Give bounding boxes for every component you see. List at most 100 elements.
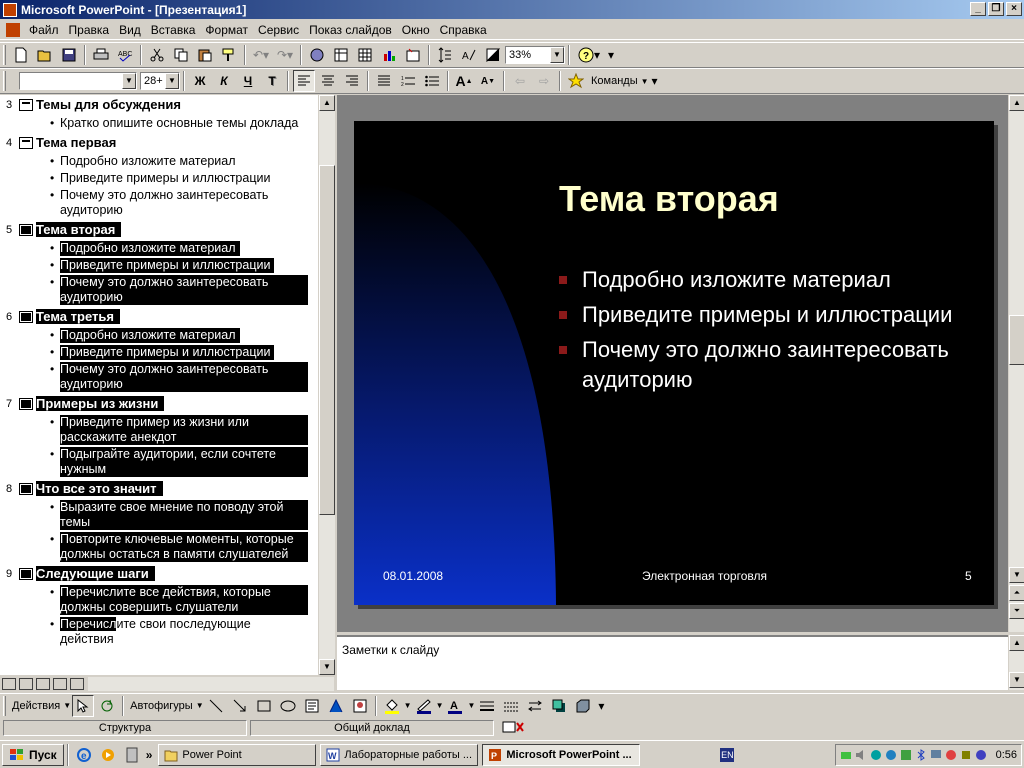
- rectangle-icon[interactable]: [253, 695, 275, 717]
- slide-sorter-icon[interactable]: [53, 678, 67, 690]
- outline-scrollbar[interactable]: ▲ ▼: [318, 95, 335, 675]
- slide-icon[interactable]: [19, 397, 33, 410]
- grayscale-icon[interactable]: [482, 44, 504, 66]
- outline-slide-title[interactable]: Примеры из жизни: [36, 396, 165, 411]
- open-icon[interactable]: [34, 44, 56, 66]
- align-center-icon[interactable]: [317, 70, 339, 92]
- scroll-down-icon[interactable]: ▼: [319, 659, 335, 675]
- select-pointer-icon[interactable]: [72, 694, 95, 717]
- menu-insert[interactable]: Вставка: [146, 23, 201, 37]
- slide-icon[interactable]: [19, 310, 33, 323]
- scroll-up-icon[interactable]: ▲: [1009, 95, 1024, 111]
- network-icon[interactable]: [840, 749, 852, 761]
- notes-pane[interactable]: Заметки к слайду: [337, 635, 1008, 690]
- cut-icon[interactable]: [146, 44, 168, 66]
- volume-icon[interactable]: [855, 749, 867, 761]
- font-size-select[interactable]: 28+ ▼: [140, 72, 180, 90]
- font-color-icon[interactable]: A: [444, 695, 466, 717]
- wordart-icon[interactable]: [325, 695, 347, 717]
- quicklaunch-more-icon[interactable]: »: [146, 748, 153, 762]
- clipart-icon[interactable]: [349, 695, 371, 717]
- zoom-select[interactable]: 33% ▼: [505, 46, 565, 64]
- desktop-quicklaunch-icon[interactable]: [121, 744, 143, 766]
- slide-icon[interactable]: [19, 223, 33, 236]
- toolbar-options-icon[interactable]: ▾: [596, 695, 606, 717]
- undo-icon[interactable]: ↶▾: [250, 44, 272, 66]
- redo-icon[interactable]: ↷▾: [274, 44, 296, 66]
- document-icon[interactable]: [6, 22, 20, 37]
- arrow-style-icon[interactable]: [524, 695, 546, 717]
- outline-bullet[interactable]: • Приведите примеры и иллюстрации: [0, 258, 318, 273]
- sync-icon[interactable]: [975, 749, 987, 761]
- textbox-icon[interactable]: [301, 695, 323, 717]
- fill-color-icon[interactable]: [381, 695, 403, 717]
- outline-bullet[interactable]: • Почему это должно заинтересовать аудито…: [0, 275, 318, 305]
- toolbar-options-icon[interactable]: ▾: [606, 44, 616, 66]
- shadow-button[interactable]: Т: [261, 70, 283, 92]
- justify-icon[interactable]: [373, 70, 395, 92]
- chevron-down-icon[interactable]: ▼: [122, 73, 136, 89]
- show-formatting-icon[interactable]: A: [458, 44, 480, 66]
- insert-chart-icon[interactable]: [378, 44, 400, 66]
- outline-slide[interactable]: 6 Тема третья • Подробно изложите материал •…: [0, 307, 318, 392]
- outline-slide-header[interactable]: 9 Следующие шаги: [0, 564, 318, 583]
- menu-file[interactable]: Файл: [24, 23, 64, 37]
- italic-button[interactable]: К: [213, 70, 235, 92]
- menu-window[interactable]: Окно: [397, 23, 435, 37]
- slide-icon[interactable]: [19, 482, 33, 495]
- format-painter-icon[interactable]: [218, 44, 240, 66]
- menu-help[interactable]: Справка: [435, 23, 492, 37]
- outline-bullet[interactable]: • Кратко опишите основные темы доклада: [0, 116, 318, 131]
- start-button[interactable]: Пуск: [2, 743, 64, 766]
- chevron-down-icon[interactable]: ▼: [641, 77, 649, 86]
- font-name-select[interactable]: ▼: [19, 72, 137, 90]
- 3d-style-icon[interactable]: [572, 695, 594, 717]
- power-icon[interactable]: [960, 749, 972, 761]
- paste-icon[interactable]: [194, 44, 216, 66]
- numbering-icon[interactable]: 12: [397, 70, 419, 92]
- outline-bullet[interactable]: • Подробно изложите материал: [0, 328, 318, 343]
- outline-slide-title[interactable]: Что все это значит: [36, 481, 163, 496]
- outline-slide-header[interactable]: 3 Темы для обсуждения: [0, 95, 318, 114]
- slide-icon[interactable]: [19, 98, 33, 111]
- chevron-down-icon[interactable]: ▼: [436, 701, 444, 710]
- update-icon[interactable]: [885, 749, 897, 761]
- slide-icon[interactable]: [19, 567, 33, 580]
- outline-bullet[interactable]: • Перечислите свои последующие действия: [0, 617, 318, 647]
- increase-font-icon[interactable]: A ▲: [453, 70, 475, 92]
- bold-button[interactable]: Ж: [189, 70, 211, 92]
- display-icon[interactable]: [945, 749, 957, 761]
- outline-bullet[interactable]: • Подробно изложите материал: [0, 154, 318, 169]
- scroll-down-icon[interactable]: ▼: [1009, 672, 1024, 688]
- toolbar-grip[interactable]: [3, 695, 6, 716]
- slide-body[interactable]: Подробно изложите материал Приведите при…: [559, 265, 979, 400]
- taskbar-item-powerpoint[interactable]: P Microsoft PowerPoint ...: [482, 743, 641, 766]
- slide-title[interactable]: Тема вторая: [559, 178, 779, 220]
- outline-bullet[interactable]: • Выразите свое мнение по поводу этой тем…: [0, 500, 318, 530]
- outline-hscroll[interactable]: [88, 677, 334, 691]
- promote-icon[interactable]: ⇦: [509, 70, 531, 92]
- menu-view[interactable]: Вид: [114, 23, 146, 37]
- chevron-down-icon[interactable]: ▼: [467, 701, 475, 710]
- outline-slide[interactable]: 9 Следующие шаги • Перечислите все действия…: [0, 564, 318, 647]
- previous-slide-icon[interactable]: ⏶: [1009, 585, 1024, 601]
- spelling-status-icon[interactable]: [502, 720, 524, 737]
- shadow-style-icon[interactable]: [548, 695, 570, 717]
- slide-canvas[interactable]: Тема вторая Подробно изложите материал П…: [354, 121, 994, 605]
- line-style-icon[interactable]: [476, 695, 498, 717]
- menu-edit[interactable]: Правка: [64, 23, 115, 37]
- line-icon[interactable]: [205, 695, 227, 717]
- scroll-down-icon[interactable]: ▼: [1009, 567, 1024, 583]
- outline-bullet[interactable]: • Приведите примеры и иллюстрации: [0, 171, 318, 186]
- slideshow-icon[interactable]: [70, 678, 84, 690]
- outline-slide[interactable]: 5 Тема вторая • Подробно изложите материал •…: [0, 220, 318, 305]
- normal-view-icon[interactable]: [2, 678, 16, 690]
- outline-bullet[interactable]: • Перечислите все действия, которые должн…: [0, 585, 318, 615]
- outline-slide-title[interactable]: Тема вторая: [36, 222, 122, 237]
- slide-scrollbar[interactable]: ▲ ▼ ⏶ ⏷: [1008, 95, 1024, 632]
- menu-format[interactable]: Формат: [200, 23, 253, 37]
- draw-actions-menu[interactable]: Действия: [9, 700, 63, 712]
- dash-style-icon[interactable]: [500, 695, 522, 717]
- doc-restore-button[interactable]: ❐: [988, 2, 1004, 16]
- outline-bullet[interactable]: • Подыграйте аудитории, если сочтете нужн…: [0, 447, 318, 477]
